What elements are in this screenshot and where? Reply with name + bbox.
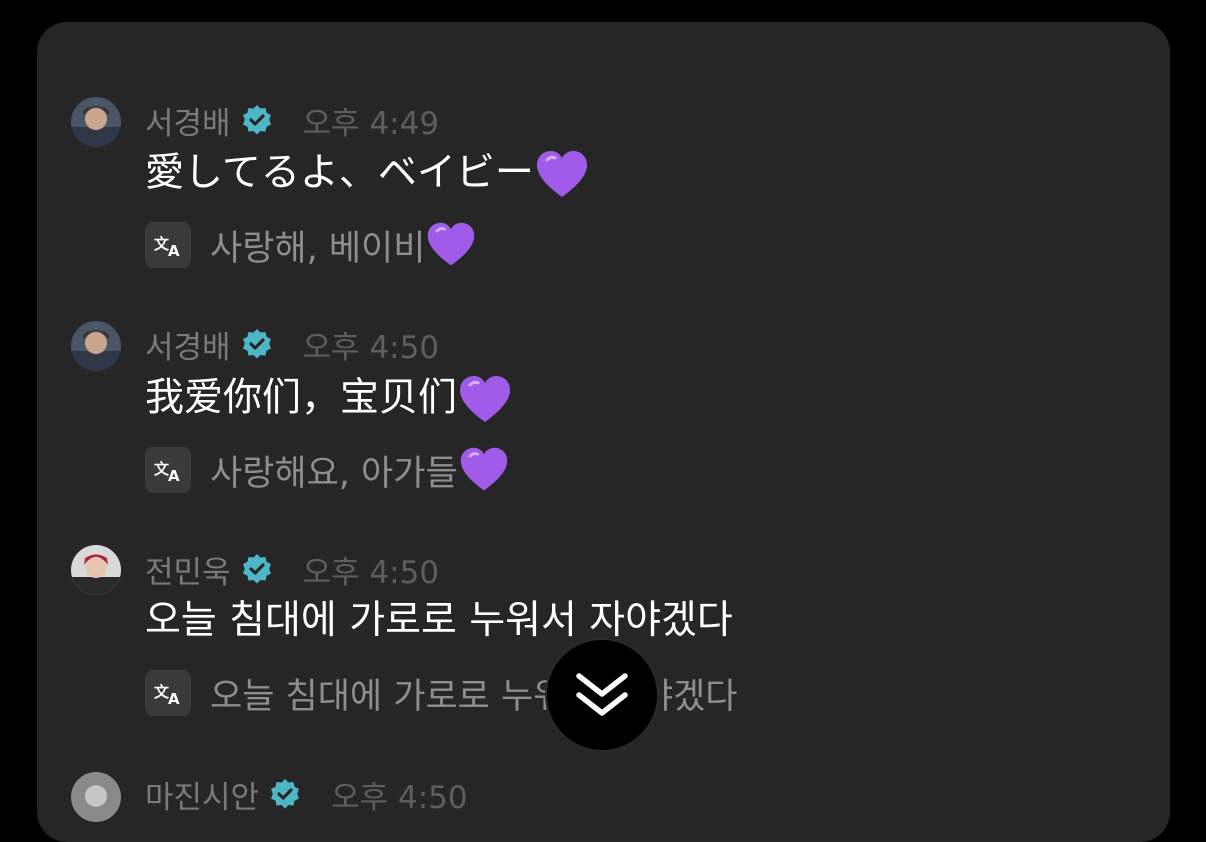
timestamp: 오후 4:50	[302, 554, 440, 591]
timestamp: 오후 4:50	[302, 329, 440, 366]
message-text-content: 我爱你们，宝贝们	[145, 375, 458, 421]
purple-heart-icon	[460, 447, 507, 491]
verified-badge-icon	[242, 105, 271, 135]
message-header: 서경배 오후 4:50	[145, 322, 440, 367]
message-text-content: 오늘 침대에 가로로 누워서 자야겠다	[145, 598, 733, 643]
timestamp: 오후 4:50	[331, 779, 468, 816]
username[interactable]: 서경배	[145, 322, 231, 367]
translate-icon[interactable]: 文 A	[145, 447, 191, 493]
avatar[interactable]	[71, 97, 121, 147]
avatar[interactable]	[71, 321, 121, 371]
verified-badge-icon	[242, 329, 271, 359]
message-text[interactable]: 오늘 침대에 가로로 누워서 자야겠다	[145, 596, 733, 646]
svg-text:A: A	[168, 242, 180, 258]
message-text[interactable]: 愛してるよ、ベイビー	[145, 147, 590, 203]
message-text-content: 愛してるよ、ベイビー	[145, 150, 534, 196]
username[interactable]: 마진시안	[145, 772, 259, 817]
message-header: 서경배 오후 4:49	[145, 98, 440, 143]
purple-heart-icon	[460, 376, 511, 422]
translate-icon[interactable]: 文 A	[145, 222, 191, 268]
avatar[interactable]	[71, 545, 121, 595]
translate-icon[interactable]: 文 A	[145, 670, 191, 716]
message-text[interactable]: 我爱你们，宝贝们	[145, 372, 513, 428]
message-header: 마진시안 오후 4:50	[145, 772, 468, 817]
username[interactable]: 서경배	[145, 98, 231, 143]
double-chevron-down-icon	[576, 673, 628, 716]
purple-heart-icon	[536, 151, 587, 197]
scroll-to-bottom-button[interactable]	[545, 638, 659, 752]
translation-text: 사랑해, 베이비	[210, 228, 426, 269]
username[interactable]: 전민욱	[145, 547, 231, 592]
verified-badge-icon	[242, 554, 271, 584]
purple-heart-icon	[428, 222, 475, 266]
verified-badge-icon	[271, 779, 300, 809]
translation-row: 文 A 사랑해요, 아가들	[145, 445, 510, 495]
message-header: 전민욱 오후 4:50	[145, 547, 440, 592]
timestamp: 오후 4:49	[302, 105, 440, 142]
translation-text: 사랑해요, 아가들	[210, 453, 458, 494]
svg-text:A: A	[168, 467, 180, 483]
avatar[interactable]	[71, 772, 121, 822]
translation-row: 文 A 사랑해, 베이비	[145, 220, 477, 270]
svg-text:A: A	[168, 690, 180, 706]
